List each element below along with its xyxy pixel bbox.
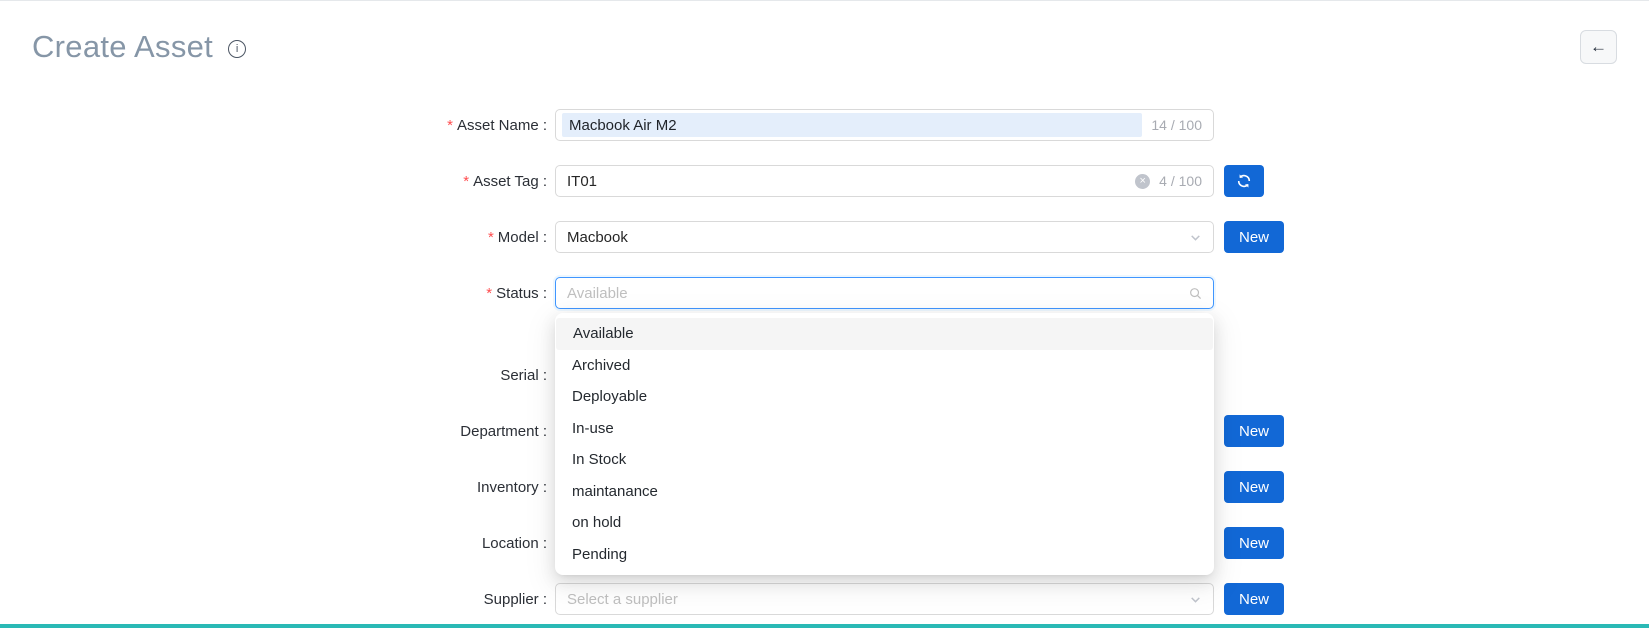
clear-icon[interactable]: × [1135,174,1150,189]
status-option[interactable]: Available [556,318,1213,350]
status-option[interactable]: Deployable [555,381,1214,413]
chevron-down-icon [1189,593,1202,606]
status-label: *Status : [32,285,547,302]
bottom-accent-bar [0,624,1649,628]
asset-tag-text-field[interactable] [567,173,1135,190]
required-asterisk: * [463,173,469,190]
status-option[interactable]: on hold [555,507,1214,539]
page-title: Create Asset [32,28,213,66]
inventory-label: Inventory : [32,479,547,496]
sync-icon [1236,173,1252,189]
asset-tag-row: *Asset Tag : × 4 / 100 [32,165,1649,197]
status-row: *Status : [32,277,1649,309]
asset-tag-counter: 4 / 100 [1159,173,1202,189]
status-option[interactable]: In-use [555,413,1214,445]
asset-name-value: Macbook Air M2 [562,113,1142,137]
location-label: Location : [32,535,547,552]
back-button[interactable]: ← [1580,30,1617,64]
new-inventory-button[interactable]: New [1224,471,1284,503]
asset-tag-label: *Asset Tag : [32,173,547,190]
back-arrow-icon: ← [1590,37,1607,57]
search-icon [1189,287,1202,300]
new-department-button[interactable]: New [1224,415,1284,447]
model-select[interactable]: Macbook [555,221,1214,253]
info-icon[interactable]: i [228,40,246,58]
new-model-button[interactable]: New [1224,221,1284,253]
asset-name-row: *Asset Name : Macbook Air M2 14 / 100 [32,109,1649,141]
model-row: *Model : Macbook New [32,221,1649,253]
status-option[interactable]: maintanance [555,476,1214,508]
status-option[interactable]: Archived [555,350,1214,382]
create-asset-form: *Asset Name : Macbook Air M2 14 / 100 *A… [0,109,1649,615]
required-asterisk: * [488,229,494,246]
chevron-down-icon [1189,231,1202,244]
model-value: Macbook [567,229,1181,246]
model-label: *Model : [32,229,547,246]
department-label: Department : [32,423,547,440]
status-option[interactable]: Pending [555,539,1214,571]
supplier-select[interactable] [555,583,1214,615]
status-dropdown: Available Archived Deployable In-use In … [555,313,1214,575]
status-option[interactable]: In Stock [555,444,1214,476]
supplier-label: Supplier : [32,591,547,608]
page-header: Create Asset i ← [0,1,1649,66]
required-asterisk: * [486,285,492,302]
supplier-search-field[interactable] [567,591,1181,608]
title-wrap: Create Asset i [32,28,246,66]
serial-label: Serial : [32,367,547,384]
new-supplier-button[interactable]: New [1224,583,1284,615]
status-search-field[interactable] [567,285,1181,302]
asset-name-input[interactable]: Macbook Air M2 14 / 100 [555,109,1214,141]
asset-tag-input[interactable]: × 4 / 100 [555,165,1214,197]
asset-name-label: *Asset Name : [32,117,547,134]
generate-tag-button[interactable] [1224,165,1264,197]
status-select[interactable] [555,277,1214,309]
new-location-button[interactable]: New [1224,527,1284,559]
asset-name-counter: 14 / 100 [1151,117,1202,133]
supplier-row: Supplier : New [32,583,1649,615]
required-asterisk: * [447,117,453,134]
